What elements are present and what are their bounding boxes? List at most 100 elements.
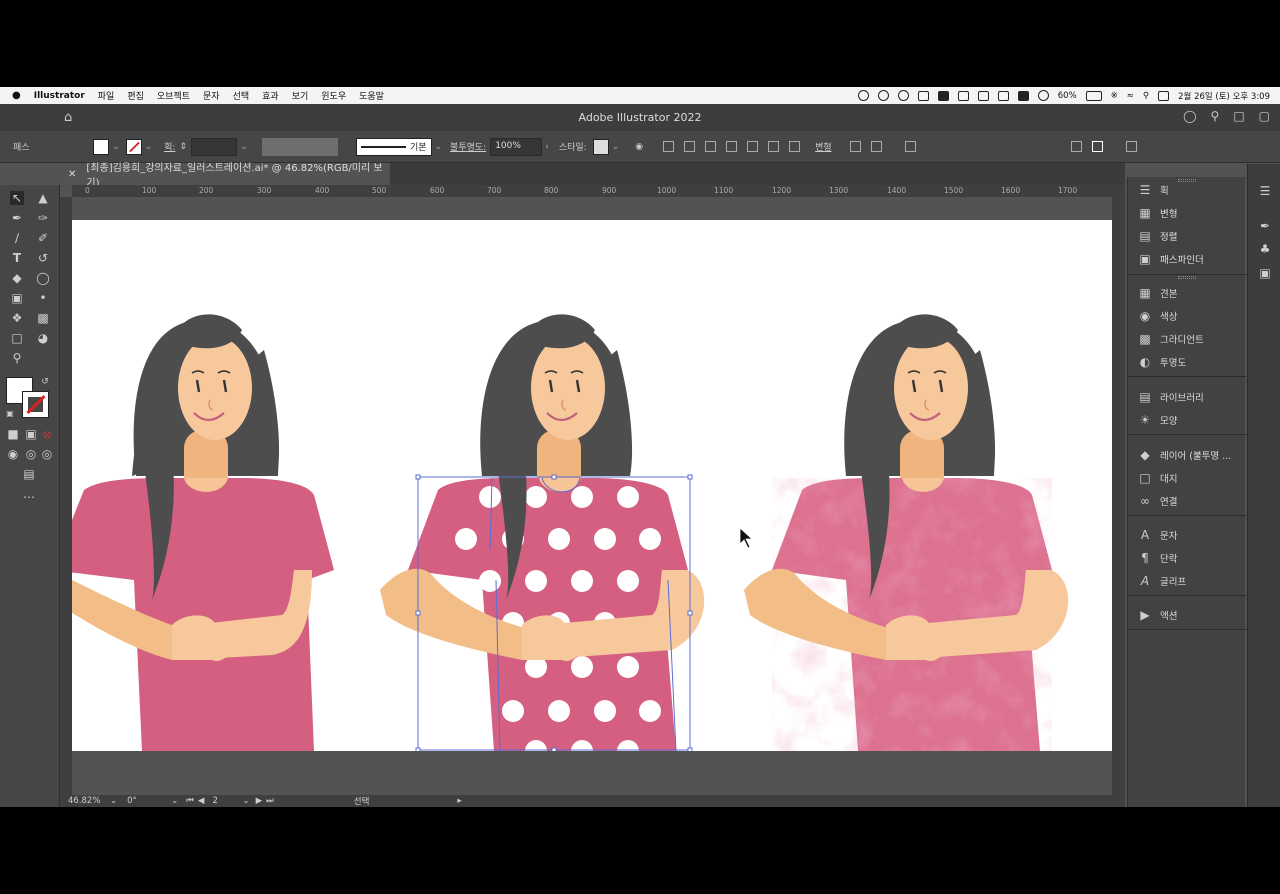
opacity-label[interactable]: 불투명도:: [450, 140, 486, 153]
panel-options-icon[interactable]: [1091, 141, 1103, 152]
draw-behind-icon[interactable]: ◎: [24, 447, 38, 461]
eyedropper-tool-icon[interactable]: •: [36, 291, 50, 305]
chevron-down-icon[interactable]: ⌄: [145, 142, 153, 152]
status-icon[interactable]: [897, 90, 909, 101]
figure-textured-shirt[interactable]: [744, 314, 1069, 751]
opacity-field[interactable]: 100%: [490, 137, 543, 156]
symbols-icon[interactable]: ♣: [1258, 242, 1272, 256]
zoom-level[interactable]: 46.82%: [68, 796, 108, 806]
brushes-icon[interactable]: ✒: [1258, 219, 1272, 233]
menu-file[interactable]: 파일: [98, 89, 115, 102]
menu-view[interactable]: 보기: [292, 89, 309, 102]
status-icon[interactable]: [1017, 90, 1029, 101]
menu-help[interactable]: 도움말: [359, 89, 384, 102]
last-artboard-icon[interactable]: ⏭: [266, 796, 274, 806]
chevron-down-icon[interactable]: ⌄: [112, 142, 120, 152]
status-icon[interactable]: [1037, 90, 1049, 101]
draw-mode-icon[interactable]: ◉: [6, 447, 20, 461]
puppet-warp-icon[interactable]: [870, 141, 882, 152]
align-middle-icon[interactable]: [768, 141, 780, 152]
draw-inside-icon[interactable]: ◎: [40, 447, 54, 461]
panel-gradient[interactable]: ▩ 그라디언트: [1128, 328, 1246, 350]
chevron-right-icon[interactable]: ›: [545, 142, 549, 152]
stroke-color-box[interactable]: [22, 391, 49, 418]
panel-artboards[interactable]: □ 대지: [1128, 467, 1246, 489]
curvature-tool-icon[interactable]: ✑: [36, 211, 50, 225]
chevron-right-icon[interactable]: ▸: [457, 796, 461, 806]
type-tool-icon[interactable]: T: [10, 251, 24, 265]
gradient-tool-icon[interactable]: ▣: [10, 291, 24, 305]
panel-swatches[interactable]: ▦ 견본: [1128, 282, 1246, 304]
status-icon[interactable]: [937, 90, 949, 101]
default-colors-icon[interactable]: ▣: [3, 407, 17, 421]
graphic-style-swatch[interactable]: [592, 138, 609, 155]
arrange-icon[interactable]: [1070, 141, 1082, 152]
wifi-icon[interactable]: ≈: [1127, 91, 1134, 101]
more-tools-icon[interactable]: ⋯: [22, 490, 36, 504]
panel-actions[interactable]: ▶ 액션: [1128, 604, 1246, 626]
document-tab[interactable]: ✕ [최종]김용희_강의자료_일러스트레이션.ai* @ 46.82%(RGB/…: [60, 163, 390, 189]
control-center-icon[interactable]: [1158, 90, 1170, 101]
rotation-value[interactable]: 0°: [127, 796, 167, 806]
align-right-icon[interactable]: [726, 141, 738, 152]
panel-toggle-icon[interactable]: ▢: [1259, 109, 1270, 123]
variable-width-profile[interactable]: [261, 137, 338, 156]
clock[interactable]: 2월 26일 (토) 오후 3:09: [1178, 90, 1270, 102]
recolor-icon[interactable]: ◉: [635, 142, 643, 152]
chevron-down-icon[interactable]: ⌄: [612, 142, 620, 152]
asset-export-icon[interactable]: ▣: [1258, 266, 1272, 280]
chevron-down-icon[interactable]: ⌄: [171, 796, 178, 806]
align-to-icon[interactable]: [663, 141, 675, 152]
panel-glyphs[interactable]: A 글리프: [1128, 570, 1246, 592]
eraser-tool-icon[interactable]: ◆: [10, 271, 24, 285]
panel-align[interactable]: ▤ 정렬: [1128, 225, 1246, 247]
artboard[interactable]: [72, 220, 1112, 751]
paintbrush-tool-icon[interactable]: ✐: [36, 231, 50, 245]
apple-icon[interactable]: ●: [12, 90, 21, 101]
panel-paragraph[interactable]: ¶ 단락: [1128, 547, 1246, 569]
isolate-icon[interactable]: [849, 141, 861, 152]
chevron-down-icon[interactable]: ⌄: [240, 142, 248, 152]
none-mode-icon[interactable]: ⦻: [40, 427, 54, 441]
status-icon[interactable]: [877, 90, 889, 101]
figure-plain-shirt[interactable]: [72, 314, 334, 751]
transform-link[interactable]: 변형: [815, 140, 832, 153]
panel-appearance[interactable]: ☀ 모양: [1128, 409, 1246, 431]
direct-selection-tool-icon[interactable]: ▲: [36, 191, 50, 205]
search-icon[interactable]: ⚲: [1211, 109, 1220, 123]
artboard-tool-icon[interactable]: □: [10, 331, 24, 345]
align-left-icon[interactable]: [684, 141, 696, 152]
panel-links[interactable]: ∞ 연결: [1128, 490, 1246, 512]
menu-effect[interactable]: 효과: [262, 89, 279, 102]
menu-icon[interactable]: [1125, 141, 1137, 152]
panel-layers[interactable]: ◆ 레이어 (불투명 ...: [1128, 444, 1246, 466]
bluetooth-icon[interactable]: ※: [1111, 91, 1118, 101]
symbol-sprayer-tool-icon[interactable]: ▩: [36, 311, 50, 325]
figure-polka-dot-shirt[interactable]: [380, 314, 705, 751]
panel-color[interactable]: ◉ 색상: [1128, 305, 1246, 327]
panel-libraries[interactable]: ▤ 라이브러리: [1128, 386, 1246, 408]
menu-select[interactable]: 선택: [233, 89, 250, 102]
prev-artboard-icon[interactable]: ◀: [198, 796, 205, 806]
menu-type[interactable]: 문자: [203, 89, 220, 102]
pie-graph-tool-icon[interactable]: ◕: [36, 331, 50, 345]
fill-swatch[interactable]: [93, 138, 109, 155]
panel-character[interactable]: A 문자: [1128, 524, 1246, 546]
shape-builder-tool-icon[interactable]: ❖: [10, 311, 24, 325]
panel-grip[interactable]: [1178, 276, 1196, 279]
menu-edit[interactable]: 편집: [127, 89, 144, 102]
color-mode-icon[interactable]: ■: [6, 427, 20, 441]
panel-pathfinder[interactable]: ▣ 패스파인더: [1128, 248, 1246, 270]
lasso-tool-icon[interactable]: ◯: [36, 271, 50, 285]
screen-mirror-icon[interactable]: [997, 90, 1009, 101]
selection-tool-icon[interactable]: ↖: [10, 191, 24, 205]
next-artboard-icon[interactable]: ▶: [256, 796, 263, 806]
close-icon[interactable]: ✕: [68, 169, 76, 180]
first-artboard-icon[interactable]: ⏮: [186, 796, 194, 806]
stroke-weight-field[interactable]: [190, 137, 237, 156]
align-bottom-icon[interactable]: [789, 141, 801, 152]
workspace-icon[interactable]: □: [1233, 109, 1244, 123]
artboard-number[interactable]: 2: [212, 796, 242, 806]
swap-fill-stroke-icon[interactable]: ↺: [38, 375, 52, 389]
search-icon[interactable]: ⚲: [1143, 91, 1149, 101]
